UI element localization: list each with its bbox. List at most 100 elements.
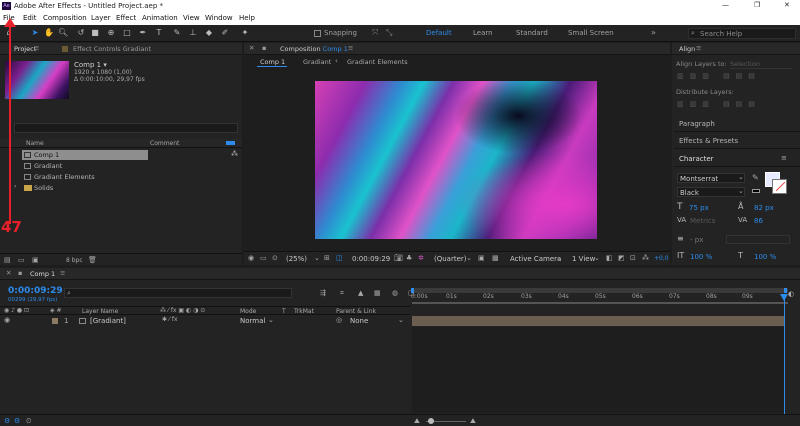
align-target-dropdown[interactable]: Selection: [730, 60, 792, 69]
flowchart-icon[interactable]: ⁂: [642, 254, 649, 262]
no-stroke-swatch[interactable]: [776, 182, 785, 191]
channel-icon[interactable]: ✲: [418, 254, 424, 262]
selection-tool-icon[interactable]: ➤: [30, 28, 40, 38]
panel-menu-icon[interactable]: ≡: [781, 154, 787, 162]
new-folder-icon[interactable]: ▭: [18, 256, 25, 264]
clone-tool-icon[interactable]: ⊥: [188, 28, 198, 38]
eyedropper-icon[interactable]: ✎: [752, 173, 759, 182]
zoom-out-icon[interactable]: ⛰: [414, 417, 420, 426]
workspace-default[interactable]: Default: [426, 29, 452, 37]
thumb-comp-name[interactable]: Comp 1 ▾: [74, 61, 107, 69]
align-title[interactable]: Align: [679, 45, 695, 53]
current-time-indicator-head[interactable]: [780, 294, 788, 301]
timeline-tab-name[interactable]: Comp 1: [30, 270, 55, 278]
workspace-standard[interactable]: Standard: [516, 29, 548, 37]
exposure-value[interactable]: +0,0: [654, 255, 669, 262]
roto-brush-icon[interactable]: ✐: [220, 28, 230, 38]
layer-label-color[interactable]: [52, 318, 58, 324]
project-item-gradiant-elements[interactable]: Gradiant Elements: [0, 172, 240, 183]
type-tool-icon[interactable]: T: [154, 28, 164, 38]
snapshot-icon[interactable]: 📷︎: [394, 254, 403, 262]
composition-tab-label[interactable]: Composition Comp 1: [280, 45, 348, 53]
flowchart-icon[interactable]: ⁂: [231, 150, 238, 158]
region-icon[interactable]: ▭: [260, 254, 267, 262]
bpc-label[interactable]: 8 bpc: [66, 257, 83, 264]
transparency-grid-icon[interactable]: ▩: [492, 254, 499, 262]
black-swatch-icon[interactable]: [752, 189, 760, 193]
work-area-end-handle[interactable]: [784, 288, 787, 293]
target-region-icon[interactable]: ▣: [478, 254, 485, 262]
composition-mini-flowchart-icon[interactable]: ⇶: [320, 289, 326, 297]
pick-whip-icon[interactable]: ◎: [336, 316, 342, 324]
search-help-box[interactable]: ⌕ Search Help: [688, 28, 796, 39]
timeline-toggle-icon[interactable]: ⊡: [630, 254, 636, 262]
col-t[interactable]: T: [282, 308, 286, 315]
menu-edit[interactable]: Edit: [23, 14, 37, 22]
tracking-value[interactable]: 86: [754, 217, 763, 225]
frame-blending-icon[interactable]: ▦: [374, 289, 381, 297]
panel-menu-icon[interactable]: ≡: [348, 44, 353, 52]
menu-layer[interactable]: Layer: [91, 14, 111, 22]
zoom-in-icon[interactable]: ⛰: [470, 417, 476, 426]
fast-preview-icon[interactable]: ◩: [618, 254, 625, 262]
panel-menu-icon[interactable]: ≡: [696, 44, 701, 52]
snap-icon-1[interactable]: ⤧: [372, 28, 378, 38]
layer-parent-dropdown[interactable]: None: [350, 317, 368, 325]
breadcrumb-comp1[interactable]: Comp 1: [260, 58, 285, 66]
minimize-button[interactable]: —: [722, 1, 729, 9]
col-parent[interactable]: Parent & Link: [336, 308, 376, 315]
menu-help[interactable]: Help: [239, 14, 255, 22]
zoom-tool-icon[interactable]: 🔍︎: [58, 28, 68, 38]
layer-row[interactable]: ◉ 1 [Gradiant] ✱ ⁄ fx Normal ⌄ ◎ None ⌄: [0, 316, 410, 326]
menu-composition[interactable]: Composition: [43, 14, 87, 22]
disclosure-triangle-icon[interactable]: ›: [14, 183, 16, 190]
show-snapshot-icon[interactable]: ♣: [406, 254, 412, 262]
workspace-more-button[interactable]: »: [651, 28, 656, 37]
close-tab-icon[interactable]: ✕: [249, 44, 254, 52]
always-preview-icon[interactable]: ◉: [248, 254, 254, 262]
breadcrumb-gradiant[interactable]: Gradiant: [303, 58, 331, 66]
comp-button-icon[interactable]: ◐: [788, 290, 794, 298]
pixel-aspect-icon[interactable]: ◧: [606, 254, 613, 262]
panel-menu-icon[interactable]: ≡: [60, 269, 65, 277]
menu-window[interactable]: Window: [205, 14, 233, 22]
resolution-dropdown[interactable]: (Quarter): [434, 255, 467, 263]
eraser-tool-icon[interactable]: ◆: [204, 28, 214, 38]
trash-icon[interactable]: 🗑︎: [88, 256, 97, 264]
col-layer-name[interactable]: Layer Name: [82, 308, 118, 315]
camera-tool-icon[interactable]: ■: [90, 28, 100, 38]
font-family-dropdown[interactable]: Montserrat: [677, 173, 745, 183]
effects-presets-panel-header[interactable]: Effects & Presets: [674, 133, 800, 149]
pen-tool-icon[interactable]: ✒: [138, 28, 148, 38]
snap-icon-2[interactable]: ⤡: [386, 28, 392, 38]
font-style-dropdown[interactable]: Black: [677, 187, 745, 197]
tab-project[interactable]: Project: [14, 45, 36, 53]
shy-layers-icon[interactable]: ▲: [358, 289, 363, 297]
camera-dropdown[interactable]: Active Camera: [510, 255, 561, 263]
layer-duration-bar[interactable]: [412, 316, 785, 326]
panel-menu-icon[interactable]: ≡: [34, 44, 39, 52]
brush-tool-icon[interactable]: ✎: [172, 28, 182, 38]
timeline-search-input[interactable]: ⌕: [64, 288, 292, 298]
current-time-indicator-line[interactable]: [784, 294, 785, 414]
visibility-eye-icon[interactable]: ◉: [4, 316, 10, 324]
tab-effect-controls[interactable]: Effect Controls Gradiant: [73, 45, 151, 53]
col-trkmat[interactable]: TrkMat: [294, 308, 314, 315]
current-time[interactable]: 0:00:09:29: [352, 255, 390, 263]
layer-name[interactable]: [Gradiant]: [90, 317, 126, 325]
project-item-comp1[interactable]: Comp 1 ⁂: [0, 150, 240, 161]
project-item-solids[interactable]: › Solids: [0, 183, 240, 194]
puppet-pin-icon[interactable]: ✦: [240, 28, 250, 38]
workspace-small-screen[interactable]: Small Screen: [568, 29, 614, 37]
close-button[interactable]: ✕: [784, 1, 790, 9]
rectangle-tool-icon[interactable]: □: [122, 28, 132, 38]
layer-mode-dropdown[interactable]: Normal: [240, 317, 265, 325]
zoom-slider-thumb[interactable]: [428, 418, 434, 424]
render-time-icon[interactable]: ⏲: [26, 417, 31, 426]
view-layout-dropdown[interactable]: 1 View: [572, 255, 595, 263]
mask-visibility-icon[interactable]: ◫: [336, 254, 343, 262]
rotate-tool-icon[interactable]: ↺: [76, 28, 86, 38]
toggle-switches-icon[interactable]: ⚙: [4, 417, 10, 425]
toggle-modes-icon[interactable]: ⚙: [14, 417, 20, 425]
hand-tool-icon[interactable]: ✋: [44, 28, 54, 38]
